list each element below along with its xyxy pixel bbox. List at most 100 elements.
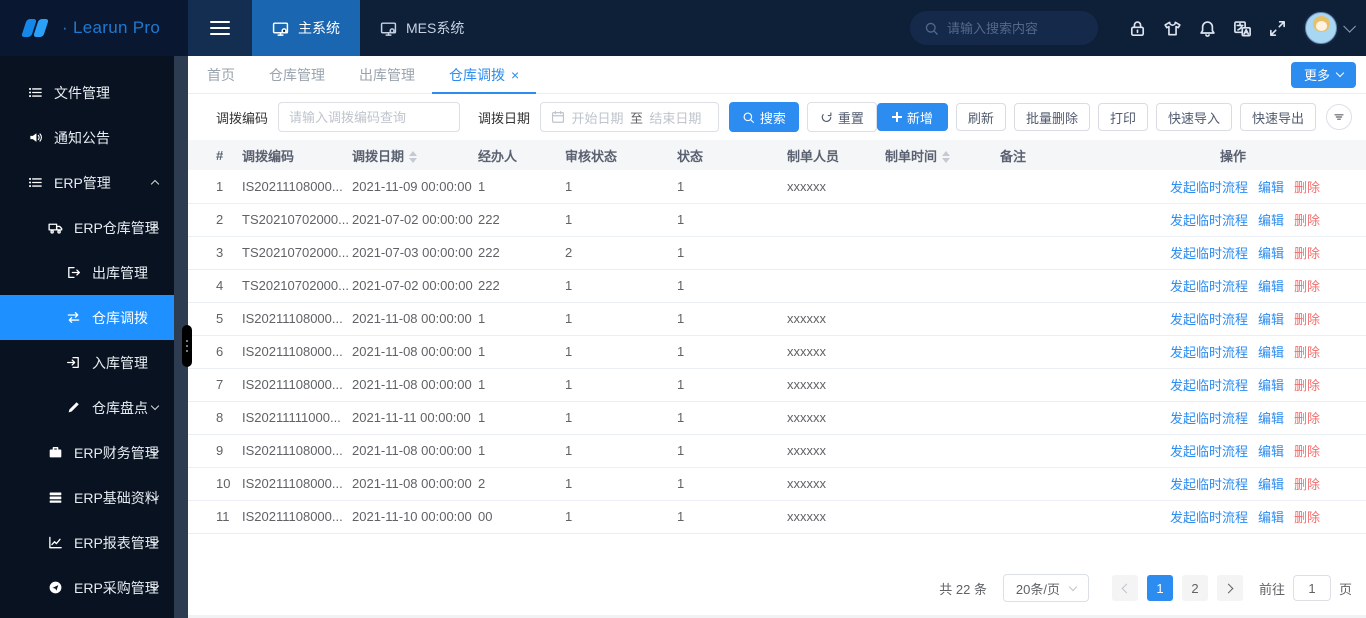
edit-link[interactable]: 编辑 bbox=[1258, 477, 1284, 492]
system-tab-main[interactable]: 主系统 bbox=[252, 0, 360, 56]
start-temp-flow-link[interactable]: 发起临时流程 bbox=[1170, 279, 1248, 294]
table-row[interactable]: 1IS20211108000...2021-11-09 00:00:00111x… bbox=[188, 170, 1366, 203]
sort-icon[interactable] bbox=[409, 151, 417, 163]
start-temp-flow-link[interactable]: 发起临时流程 bbox=[1170, 444, 1248, 459]
edit-link[interactable]: 编辑 bbox=[1258, 444, 1284, 459]
date-range-picker[interactable]: 开始日期 至 结束日期 bbox=[540, 102, 719, 132]
table-row[interactable]: 4TS20210702000...2021-07-02 00:00:002221… bbox=[188, 269, 1366, 302]
print-button[interactable]: 打印 bbox=[1098, 103, 1148, 131]
sidebar-item-transfer[interactable]: 仓库调拨 bbox=[0, 295, 174, 340]
global-search[interactable] bbox=[910, 11, 1098, 45]
sidebar-item-list[interactable]: 文件管理 bbox=[0, 70, 174, 115]
sidebar-item-list[interactable]: ERP管理 bbox=[0, 160, 174, 205]
table-row[interactable]: 9IS20211108000...2021-11-08 00:00:00111x… bbox=[188, 434, 1366, 467]
sidebar-resize-handle[interactable] bbox=[182, 325, 192, 367]
bell-icon[interactable] bbox=[1198, 19, 1217, 38]
lock-icon[interactable] bbox=[1128, 19, 1147, 38]
delete-link[interactable]: 删除 bbox=[1294, 279, 1320, 294]
edit-link[interactable]: 编辑 bbox=[1258, 378, 1284, 393]
table-row[interactable]: 7IS20211108000...2021-11-08 00:00:00111x… bbox=[188, 368, 1366, 401]
sidebar-item-pencil[interactable]: 仓库盘点 bbox=[0, 385, 174, 430]
start-temp-flow-link[interactable]: 发起临时流程 bbox=[1170, 180, 1248, 195]
tab-transfer[interactable]: 仓库调拨 × bbox=[432, 56, 536, 93]
tab-outbound[interactable]: 出库管理 bbox=[342, 56, 432, 93]
goto-page-input[interactable] bbox=[1293, 575, 1331, 601]
avatar[interactable] bbox=[1305, 12, 1337, 44]
start-date-placeholder[interactable]: 开始日期 bbox=[565, 108, 630, 127]
start-temp-flow-link[interactable]: 发起临时流程 bbox=[1170, 510, 1248, 525]
sidebar-item-layers[interactable]: ERP基础资料 bbox=[0, 475, 174, 520]
sidebar-item-export[interactable]: 出库管理 bbox=[0, 250, 174, 295]
start-temp-flow-link[interactable]: 发起临时流程 bbox=[1170, 345, 1248, 360]
page-size-select[interactable]: 20条/页 bbox=[1003, 574, 1089, 602]
table-row[interactable]: 3TS20210702000...2021-07-03 00:00:002222… bbox=[188, 236, 1366, 269]
prev-page-button[interactable] bbox=[1112, 575, 1138, 601]
delete-link[interactable]: 删除 bbox=[1294, 312, 1320, 327]
edit-link[interactable]: 编辑 bbox=[1258, 180, 1284, 195]
start-temp-flow-link[interactable]: 发起临时流程 bbox=[1170, 246, 1248, 261]
delete-link[interactable]: 删除 bbox=[1294, 180, 1320, 195]
end-date-placeholder[interactable]: 结束日期 bbox=[643, 108, 708, 127]
refresh-button[interactable]: 刷新 bbox=[956, 103, 1006, 131]
start-temp-flow-link[interactable]: 发起临时流程 bbox=[1170, 477, 1248, 492]
quick-export-button[interactable]: 快速导出 bbox=[1240, 103, 1316, 131]
sidebar-item-speaker[interactable]: 通知公告 bbox=[0, 115, 174, 160]
translate-icon[interactable] bbox=[1233, 19, 1252, 38]
page-button-1[interactable]: 1 bbox=[1147, 575, 1173, 601]
add-button[interactable]: 新增 bbox=[877, 103, 948, 131]
menu-toggle-button[interactable] bbox=[188, 0, 252, 56]
reset-button[interactable]: 重置 bbox=[807, 102, 877, 132]
edit-link[interactable]: 编辑 bbox=[1258, 213, 1284, 228]
delete-link[interactable]: 删除 bbox=[1294, 246, 1320, 261]
edit-link[interactable]: 编辑 bbox=[1258, 312, 1284, 327]
search-button[interactable]: 搜索 bbox=[729, 102, 799, 132]
next-page-button[interactable] bbox=[1217, 575, 1243, 601]
code-filter-input[interactable] bbox=[278, 102, 460, 132]
delete-link[interactable]: 删除 bbox=[1294, 444, 1320, 459]
sort-icon[interactable] bbox=[942, 151, 950, 163]
sidebar-item-briefcase[interactable]: ERP财务管理 bbox=[0, 430, 174, 475]
system-tab-mes[interactable]: MES系统 bbox=[360, 0, 484, 56]
delete-link[interactable]: 删除 bbox=[1294, 477, 1320, 492]
global-search-input[interactable] bbox=[947, 21, 1077, 36]
user-menu-chevron-icon[interactable] bbox=[1343, 20, 1356, 33]
table-row[interactable]: 10IS20211108000...2021-11-08 00:00:00211… bbox=[188, 467, 1366, 500]
table-row[interactable]: 6IS20211108000...2021-11-08 00:00:00111x… bbox=[188, 335, 1366, 368]
column-header-create_time[interactable]: 制单时间 bbox=[885, 140, 1000, 170]
edit-link[interactable]: 编辑 bbox=[1258, 246, 1284, 261]
more-button[interactable]: 更多 bbox=[1291, 62, 1356, 88]
table-row[interactable]: 2TS20210702000...2021-07-02 00:00:002221… bbox=[188, 203, 1366, 236]
theme-icon[interactable] bbox=[1163, 19, 1182, 38]
table-row[interactable]: 8IS20211111000...2021-11-11 00:00:00111x… bbox=[188, 401, 1366, 434]
quick-import-button[interactable]: 快速导入 bbox=[1156, 103, 1232, 131]
edit-link[interactable]: 编辑 bbox=[1258, 510, 1284, 525]
sidebar-item-send[interactable]: ERP采购管理 bbox=[0, 565, 174, 610]
tab-warehouse[interactable]: 仓库管理 bbox=[252, 56, 342, 93]
start-temp-flow-link[interactable]: 发起临时流程 bbox=[1170, 312, 1248, 327]
start-temp-flow-link[interactable]: 发起临时流程 bbox=[1170, 378, 1248, 393]
sidebar-item-import[interactable]: 入库管理 bbox=[0, 340, 174, 385]
start-temp-flow-link[interactable]: 发起临时流程 bbox=[1170, 213, 1248, 228]
edit-link[interactable]: 编辑 bbox=[1258, 345, 1284, 360]
column-header-date[interactable]: 调拨日期 bbox=[352, 140, 478, 170]
delete-link[interactable]: 删除 bbox=[1294, 411, 1320, 426]
sidebar-item-chart[interactable]: ERP报表管理 bbox=[0, 520, 174, 565]
delete-link[interactable]: 删除 bbox=[1294, 510, 1320, 525]
sidebar-item-truck[interactable]: ERP仓库管理 bbox=[0, 205, 174, 250]
edit-link[interactable]: 编辑 bbox=[1258, 411, 1284, 426]
sidebar-item-label: ERP基础资料 bbox=[74, 488, 159, 508]
fullscreen-icon[interactable] bbox=[1268, 19, 1287, 38]
start-temp-flow-link[interactable]: 发起临时流程 bbox=[1170, 411, 1248, 426]
delete-link[interactable]: 删除 bbox=[1294, 378, 1320, 393]
column-filter-button[interactable] bbox=[1326, 104, 1352, 130]
delete-link[interactable]: 删除 bbox=[1294, 345, 1320, 360]
page-button-2[interactable]: 2 bbox=[1182, 575, 1208, 601]
edit-link[interactable]: 编辑 bbox=[1258, 279, 1284, 294]
goto-suffix: 页 bbox=[1339, 579, 1352, 598]
table-row[interactable]: 5IS20211108000...2021-11-08 00:00:00111x… bbox=[188, 302, 1366, 335]
batch-delete-button[interactable]: 批量删除 bbox=[1014, 103, 1090, 131]
table-row[interactable]: 11IS20211108000...2021-11-10 00:00:00001… bbox=[188, 500, 1366, 533]
close-icon[interactable]: × bbox=[511, 68, 519, 82]
tab-home[interactable]: 首页 bbox=[190, 56, 252, 93]
delete-link[interactable]: 删除 bbox=[1294, 213, 1320, 228]
